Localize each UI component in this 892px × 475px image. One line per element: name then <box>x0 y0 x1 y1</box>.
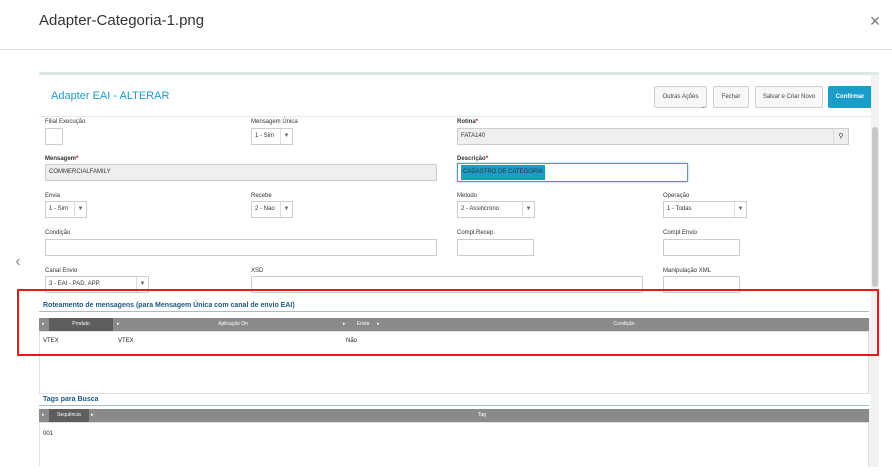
viewer-title: Adapter-Categoria-1.png <box>39 12 205 29</box>
column-arrow-icon: ▸ <box>91 412 94 418</box>
tags-grid-header: ▸ Sequência ▸ Tag <box>39 409 869 422</box>
filial-label: Filial Execução <box>45 119 86 125</box>
required-mark: * <box>76 156 79 162</box>
msg-unica-select[interactable]: 1 - Sim ▼ <box>251 128 293 145</box>
confirm-button[interactable]: Confirmar <box>828 86 872 108</box>
screenshot-panel: Adapter EAI - ALTERAR Outras Ações ⌄ Fec… <box>39 72 879 467</box>
column-tag[interactable]: Tag <box>97 409 867 422</box>
metodo-value: 2 - Assincrono <box>461 206 500 212</box>
operacao-select[interactable]: 1 - Todas ▼ <box>663 201 747 218</box>
form-header: Adapter EAI - ALTERAR Outras Ações ⌄ Fec… <box>39 75 872 117</box>
mensagem-label: Mensagem* <box>45 156 78 162</box>
required-mark: * <box>485 156 489 162</box>
dropdown-arrow-icon: ▼ <box>280 129 292 144</box>
dropdown-arrow-icon: ▼ <box>734 202 746 217</box>
close-form-button[interactable]: Fechar <box>713 86 749 108</box>
rotina-value: FATA140 <box>461 133 486 139</box>
rotina-input[interactable]: FATA140 ⚲ <box>457 128 849 145</box>
xsd-label: XSD <box>251 268 264 274</box>
page-scrollbar[interactable] <box>871 75 879 467</box>
form-title: Adapter EAI - ALTERAR <box>51 90 170 102</box>
msg-unica-value: 1 - Sim <box>255 133 275 139</box>
compl-envio-input[interactable] <box>663 239 740 256</box>
close-icon[interactable]: × <box>864 10 886 32</box>
tags-grid-body: 001 <box>39 422 869 467</box>
recebe-value: 2 - Nao <box>255 206 275 212</box>
recebe-select[interactable]: 2 - Nao ▼ <box>251 201 293 218</box>
metodo-select[interactable]: 2 - Assincrono ▼ <box>457 201 535 218</box>
compl-recep-label: Compl.Recep. <box>457 230 496 236</box>
descricao-value: CADASTRO DE CATEGORIA <box>461 165 545 180</box>
manip-xml-label: Manipulação XML <box>663 268 712 274</box>
filial-input[interactable] <box>45 128 63 145</box>
tags-section-title: Tags para Busca <box>43 396 99 403</box>
metodo-label: Metodo <box>457 193 478 199</box>
descricao-label: Descrição* <box>457 156 488 162</box>
mensagem-value: COMMERCIALFAMILY <box>49 169 111 175</box>
other-actions-button[interactable]: Outras Ações ⌄ <box>654 86 707 110</box>
search-icon[interactable]: ⚲ <box>833 129 848 144</box>
compl-recep-input[interactable] <box>457 239 534 256</box>
tags-divider <box>39 405 869 406</box>
dropdown-arrow-icon: ▼ <box>280 202 292 217</box>
chevron-down-icon: ⌄ <box>701 104 707 110</box>
page-scrollbar-thumb[interactable] <box>872 127 878 287</box>
condicao-label: Condição <box>45 230 71 236</box>
mensagem-label-text: Mensagem <box>45 156 77 162</box>
envia-value: 1 - Sim <box>49 206 69 212</box>
column-sequencia[interactable]: Sequência <box>49 409 89 422</box>
save-new-button[interactable]: Salvar e Criar Novo <box>755 86 823 108</box>
recebe-label: Recebe <box>251 193 272 199</box>
column-arrow-icon: ▸ <box>42 412 45 418</box>
compl-envio-label: Compl.Envio <box>663 230 698 236</box>
msg-unica-label: Mensagem Única <box>251 119 298 125</box>
dropdown-arrow-icon: ▼ <box>522 202 534 217</box>
annotation-highlight-box <box>17 289 879 356</box>
required-mark: * <box>475 119 479 125</box>
other-actions-label: Outras Ações <box>662 94 699 100</box>
rotina-label: Rotina* <box>457 119 478 125</box>
rotina-label-text: Rotina <box>457 119 476 125</box>
viewer-header: Adapter-Categoria-1.png × <box>0 0 892 50</box>
operacao-label: Operação <box>663 193 690 199</box>
mensagem-input[interactable]: COMMERCIALFAMILY <box>45 164 437 181</box>
envia-label: Envia <box>45 193 61 199</box>
dropdown-arrow-icon: ▼ <box>74 202 86 217</box>
descricao-input[interactable]: CADASTRO DE CATEGORIA <box>457 163 688 182</box>
canal-envio-label: Canal Envio <box>45 268 78 274</box>
descricao-label-text: Descrição <box>457 156 486 162</box>
operacao-value: 1 - Todas <box>667 206 692 212</box>
envia-select[interactable]: 1 - Sim ▼ <box>45 201 87 218</box>
chevron-left-icon[interactable]: ‹ <box>10 251 26 273</box>
condicao-input[interactable] <box>45 239 437 256</box>
tags-cell-sequencia[interactable]: 001 <box>43 431 53 437</box>
